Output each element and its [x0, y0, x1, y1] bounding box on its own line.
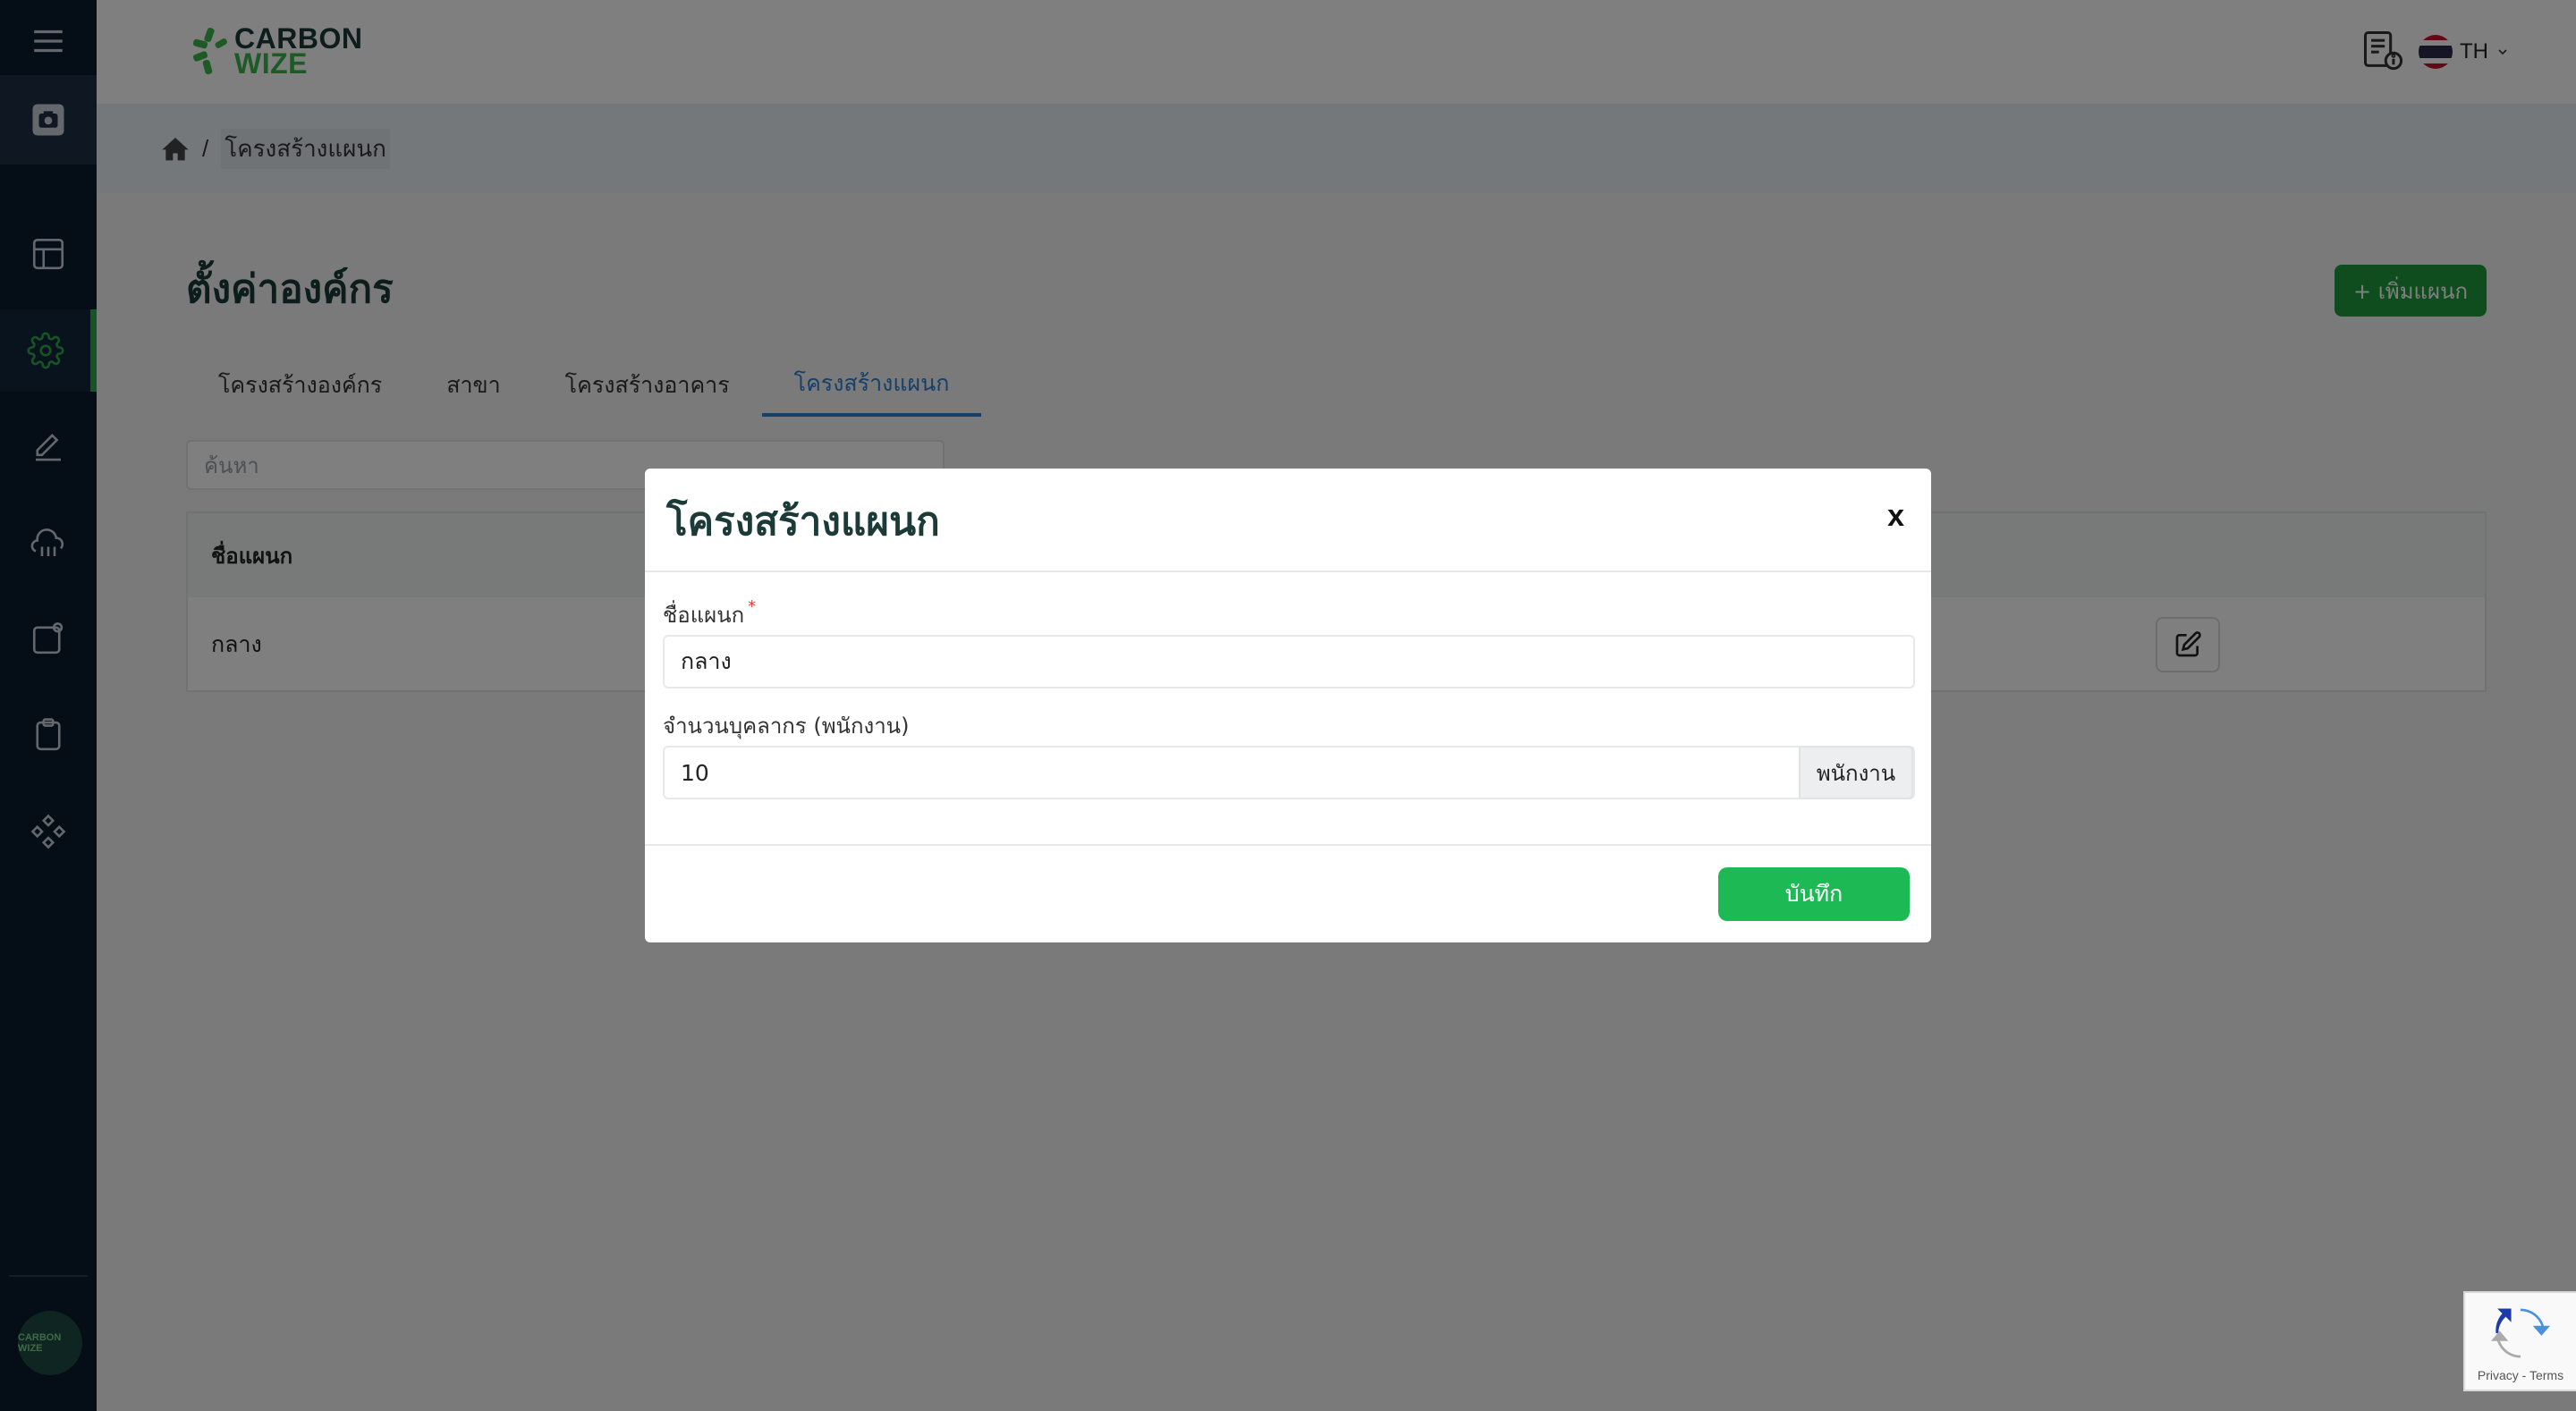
staff-unit-addon: พนักงาน — [1799, 746, 1913, 799]
modal-title: โครงสร้างแผนก — [666, 499, 940, 545]
staff-count-label: จำนวนบุคลากร (พนักงาน) — [663, 714, 910, 739]
recaptcha-badge[interactable]: Privacy - Terms — [2463, 1291, 2576, 1391]
department-name-label-text: ชื่อแผนก — [663, 603, 745, 628]
department-modal: โครงสร้างแผนก x ชื่อแผนก * กลาง จำนวนบุคล… — [645, 469, 1931, 942]
recaptcha-icon — [2491, 1308, 2550, 1358]
staff-count-input[interactable]: 10 พนักงาน — [663, 746, 1915, 799]
close-button[interactable]: x — [1887, 499, 1904, 534]
department-name-input[interactable]: กลาง — [663, 635, 1915, 689]
required-mark: * — [748, 597, 757, 616]
modal-footer: บันทึก — [645, 844, 1931, 942]
recaptcha-text[interactable]: Privacy - Terms — [2478, 1368, 2563, 1382]
department-name-label: ชื่อแผนก * — [663, 597, 756, 632]
save-button[interactable]: บันทึก — [1718, 867, 1910, 921]
staff-count-value: 10 — [681, 759, 709, 786]
modal-header: โครงสร้างแผนก x — [645, 469, 1931, 572]
